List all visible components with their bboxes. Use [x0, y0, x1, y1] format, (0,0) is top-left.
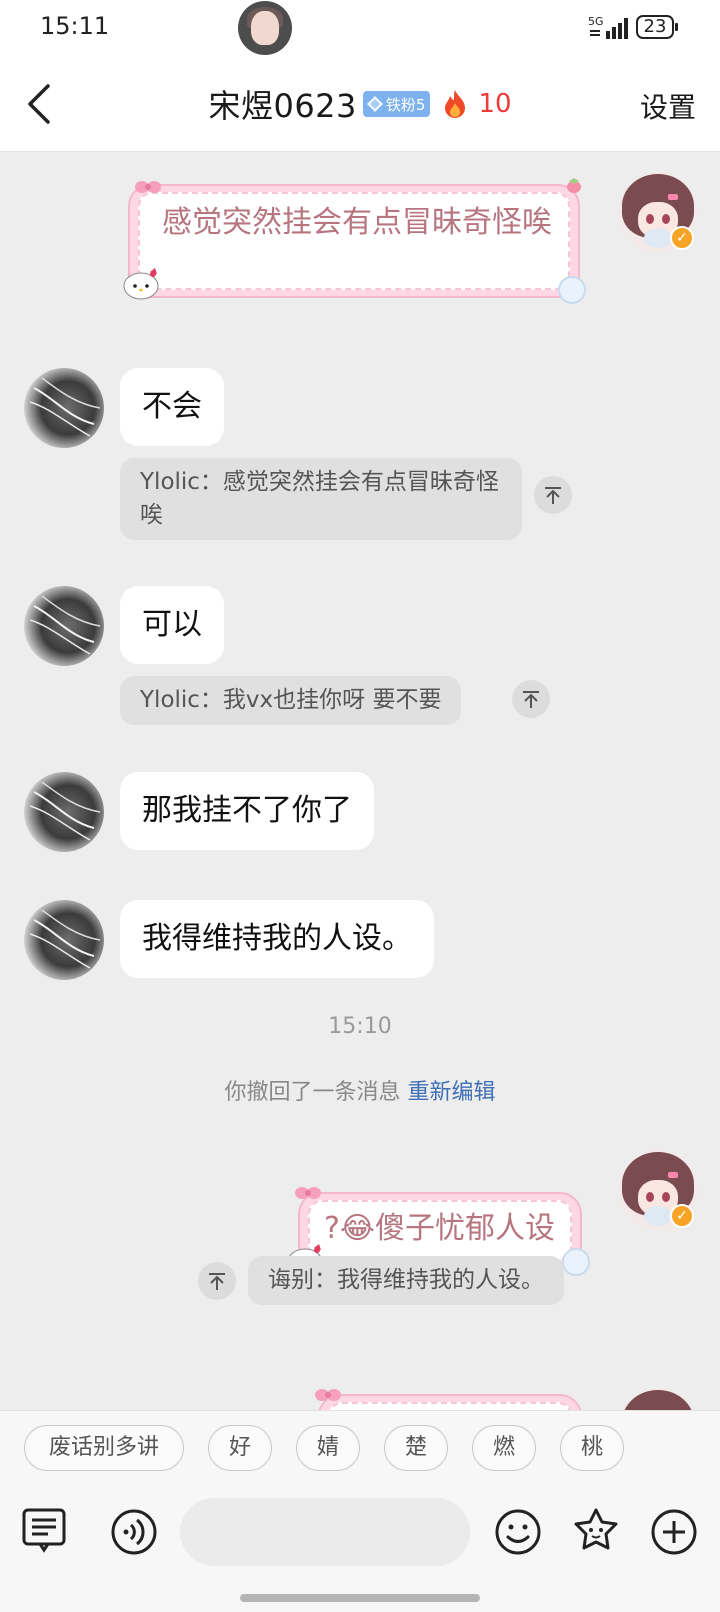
fire-count: 10 [478, 89, 512, 119]
message-input[interactable] [180, 1498, 470, 1566]
message-list[interactable]: 感觉突然挂会有点冒昧奇怪唉 ✓ 不会 Ylolic：感觉突然挂会有点冒昧奇怪唉 … [0, 152, 720, 1410]
jar-decoration [558, 276, 586, 304]
fan-badge[interactable]: 铁粉5 [362, 91, 431, 117]
quick-reply-chip[interactable]: 婧 [296, 1425, 360, 1471]
contact-avatar[interactable] [24, 368, 104, 448]
message-timestamp: 15:10 [328, 1014, 392, 1039]
emoji-icon[interactable] [494, 1508, 542, 1556]
settings-button[interactable]: 设置 [640, 86, 696, 126]
bow-decoration [295, 1187, 321, 1199]
bow-decoration [135, 181, 161, 193]
quick-reply-chip[interactable]: 楚 [384, 1425, 448, 1471]
fire-icon [445, 90, 466, 118]
sticker-icon[interactable] [572, 1506, 620, 1554]
keyboard-icon[interactable] [20, 1506, 68, 1554]
plus-icon[interactable] [650, 1508, 698, 1556]
bow-decoration [315, 1389, 341, 1401]
pin-icon [545, 487, 561, 504]
message-text: 感觉突然挂会有点冒昧奇怪唉 [162, 205, 552, 240]
recall-notice: 你撤回了一条消息 重新编辑 [0, 1074, 720, 1106]
quick-reply-chip[interactable]: 好 [208, 1425, 272, 1471]
pin-button[interactable] [534, 476, 572, 514]
chat-screen: 15:11 5G 23 宋煜0623 铁粉5 10 设置 感觉突然挂会有点冒昧奇… [0, 0, 720, 1612]
pin-button[interactable] [198, 1262, 236, 1300]
pin-icon [209, 1273, 225, 1290]
verified-badge: ✓ [670, 1204, 694, 1228]
message-text: ?😂傻子忧郁人设 [324, 1211, 555, 1246]
quoted-message[interactable]: 诲别：我得维持我的人设。 [248, 1256, 564, 1305]
incoming-message[interactable]: 我得维持我的人设。 [120, 900, 434, 978]
chat-title[interactable]: 宋煜0623 [208, 81, 356, 127]
status-bar: 15:11 5G 23 [0, 0, 720, 56]
strawberry-decoration [567, 178, 581, 193]
incoming-message[interactable]: 不会 [120, 368, 224, 446]
outgoing-message[interactable]: 感觉突然挂会有点冒昧奇怪唉 [123, 178, 586, 304]
home-indicator [240, 1594, 480, 1602]
contact-avatar[interactable] [24, 586, 104, 666]
title-bar: 宋煜0623 铁粉5 10 设置 [0, 56, 720, 152]
incoming-message[interactable]: 可以 [120, 586, 224, 664]
my-avatar[interactable] [618, 1388, 698, 1410]
quick-reply-chip[interactable]: 桃 [560, 1425, 624, 1471]
contact-avatar[interactable] [24, 772, 104, 852]
voice-icon[interactable] [110, 1508, 158, 1556]
signal-icon: 5G [588, 15, 628, 39]
incoming-message[interactable]: 那我挂不了你了 [120, 772, 374, 850]
recall-text: 你撤回了一条消息 [224, 1080, 401, 1105]
input-toolbar [0, 1484, 720, 1612]
quick-reply-bar: 废话别多讲 好 婧 楚 燃 桃 [0, 1410, 720, 1484]
network-label: 5G [588, 15, 604, 28]
diamond-icon [366, 96, 383, 112]
quoted-message[interactable]: Ylolic：感觉突然挂会有点冒昧奇怪唉 [120, 458, 522, 540]
battery-indicator: 23 [636, 15, 678, 39]
re-edit-link[interactable]: 重新编辑 [408, 1080, 496, 1105]
jar-decoration [562, 1248, 590, 1276]
quoted-message[interactable]: Ylolic：我vx也挂你呀 要不要 [120, 676, 462, 725]
floating-avatar[interactable] [238, 1, 292, 55]
outgoing-message[interactable] [315, 1389, 582, 1410]
title-group: 宋煜0623 铁粉5 10 [0, 81, 720, 127]
fan-badge-label: 铁粉5 [385, 95, 426, 114]
verified-badge: ✓ [670, 226, 694, 250]
pin-icon [523, 691, 539, 708]
quick-reply-chip[interactable]: 废话别多讲 [24, 1425, 184, 1471]
kitty-decoration [123, 268, 159, 300]
contact-avatar[interactable] [24, 900, 104, 980]
pin-button[interactable] [512, 680, 550, 718]
quick-reply-chip[interactable]: 燃 [472, 1425, 536, 1471]
status-time: 15:11 [40, 12, 110, 40]
